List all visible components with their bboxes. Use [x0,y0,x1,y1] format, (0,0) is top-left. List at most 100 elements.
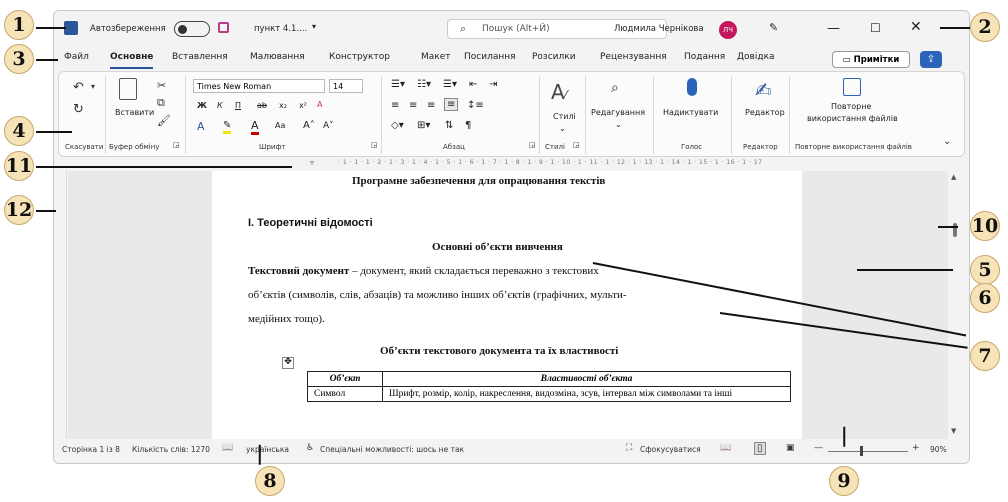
maximize-icon[interactable]: ☐ [870,21,881,35]
copy-icon[interactable]: ⧉ [157,96,165,110]
styles-icon[interactable]: A⁄ [551,80,567,104]
read-mode-icon[interactable]: 📖 [720,443,731,453]
focus-icon[interactable]: ⛶ [626,443,632,453]
reuse-label-1[interactable]: Повторне [831,102,871,111]
superscript-icon[interactable]: x² [299,101,307,110]
font-launcher-icon[interactable]: ◲ [371,141,378,149]
font-color-icon[interactable]: A [251,119,259,135]
font-name-select[interactable]: Times New Roman [193,79,325,93]
comments-button[interactable]: ▭ Примітки [832,51,910,68]
editor-icon[interactable]: ✍ [755,78,772,102]
tab-mailings[interactable]: Розсилки [532,52,576,62]
undo-icon[interactable]: ↶ [73,80,84,95]
zoom-slider[interactable] [828,451,908,452]
pen-icon[interactable]: ✎ [769,21,778,34]
tab-file[interactable]: Файл [64,52,89,62]
highlight-icon[interactable]: ✎ [223,120,232,134]
borders-icon[interactable]: ⊞▾ [417,120,430,131]
editing-dropdown-icon[interactable]: ⌄ [615,120,622,129]
bold-button[interactable]: Ж [197,101,207,110]
undo-dropdown-icon[interactable]: ▾ [91,82,95,91]
tab-help[interactable]: Довідка [737,52,775,62]
share-button[interactable]: ⇪ [920,51,942,68]
styles-dropdown-icon[interactable]: ⌄ [559,124,566,133]
accessibility-status[interactable]: Спеціальні можливості: шось не так [320,445,464,454]
focus-mode[interactable]: Сфокусуватися [640,445,701,454]
align-center-icon[interactable]: ≡ [409,100,417,111]
web-layout-icon[interactable]: ▣ [786,443,795,453]
zoom-slider-thumb[interactable] [860,446,863,456]
dictate-label[interactable]: Надиктувати [663,108,718,117]
scroll-down-icon[interactable]: ▼ [951,427,956,435]
align-left-icon[interactable]: ≡ [391,100,399,111]
align-right-icon[interactable]: ≡ [427,100,435,111]
language-status[interactable]: українська [246,445,289,454]
pilcrow-icon[interactable]: ¶ [465,120,471,131]
shading-icon[interactable]: ◇▾ [391,120,404,131]
autosave-toggle[interactable] [174,21,210,37]
zoom-out-icon[interactable]: — [814,443,823,453]
font-size-select[interactable]: 14 [329,79,363,93]
proofing-icon[interactable]: 📖 [222,443,233,453]
doc-name-dropdown-icon[interactable]: ▾ [312,22,316,31]
bullets-icon[interactable]: ☰▾ [391,79,405,90]
cut-icon[interactable]: ✂ [157,79,166,92]
decrease-indent-icon[interactable]: ⇤ [469,79,477,90]
vertical-scrollbar[interactable]: ▲ ▼ [950,171,960,439]
change-case-icon[interactable]: Aa [275,121,285,130]
editor-label[interactable]: Редактор [745,108,785,117]
document-page[interactable]: Програмне забезпечення для опрацювання т… [212,171,802,439]
close-icon[interactable]: ✕ [910,19,922,35]
justify-icon[interactable]: ≡ [444,98,459,111]
table-cell[interactable]: Шрифт, розмір, колір, накреслення, видоз… [382,386,791,402]
avatar[interactable]: ЛЧ [719,21,737,39]
tab-home[interactable]: Основне [110,52,154,69]
indent-marker-icon[interactable]: ▿ [310,158,314,167]
sort-icon[interactable]: ⇅ [445,120,453,131]
save-icon[interactable] [218,22,229,33]
microphone-icon[interactable] [687,78,697,96]
increase-indent-icon[interactable]: ⇥ [489,79,497,90]
underline-button[interactable]: П [235,101,241,110]
styles-launcher-icon[interactable]: ◲ [573,141,580,149]
redo-icon[interactable]: ↻ [73,102,84,117]
format-painter-icon[interactable]: 🖌 [157,114,171,127]
text-effects-icon[interactable]: A [197,120,205,133]
shrink-font-icon[interactable]: A˅ [323,121,334,131]
reuse-files-icon[interactable] [843,78,861,96]
paragraph-launcher-icon[interactable]: ◲ [529,141,536,149]
clear-format-icon[interactable]: A [317,100,322,109]
italic-button[interactable]: К [217,101,223,110]
line-spacing-icon[interactable]: ↕≡ [467,100,484,111]
reuse-label-2[interactable]: використання файлів [807,114,898,123]
multilevel-list-icon[interactable]: ☰▾ [443,79,457,90]
word-count[interactable]: Кількість слів: 1270 [132,445,210,454]
tab-review[interactable]: Рецензування [600,52,667,62]
tab-view[interactable]: Подання [684,52,725,62]
find-icon[interactable]: ⌕ [611,80,619,96]
tab-draw[interactable]: Малювання [250,52,305,62]
numbering-icon[interactable]: ☷▾ [417,79,431,90]
tab-insert[interactable]: Вставлення [172,52,228,62]
accessibility-icon[interactable]: ♿ [306,443,314,453]
zoom-in-icon[interactable]: + [912,443,920,453]
editing-label[interactable]: Редагування [591,108,645,117]
grow-font-icon[interactable]: A˄ [303,120,315,131]
clipboard-launcher-icon[interactable]: ◲ [173,141,180,149]
scroll-up-icon[interactable]: ▲ [951,173,956,181]
styles-label[interactable]: Стилі [553,112,576,121]
ribbon-collapse-icon[interactable]: ⌄ [943,136,951,147]
table-move-icon[interactable]: ✥ [282,357,294,369]
tab-layout[interactable]: Макет [421,52,451,62]
strikethrough-icon[interactable]: ab [257,101,267,110]
horizontal-ruler[interactable]: · 1 · 1 · 1 · 2 · 1 · 3 · 1 · 4 · 1 · 5 … [58,158,965,169]
table-cell[interactable]: Символ [307,386,383,402]
tab-references[interactable]: Посилання [464,52,516,62]
document-name[interactable]: пункт 4.1.... [254,24,307,34]
paste-label[interactable]: Вставити [115,108,154,117]
subscript-icon[interactable]: x₂ [279,101,287,110]
user-name[interactable]: Людмила Чернікова [614,24,704,34]
paste-icon[interactable] [119,78,137,100]
page-count[interactable]: Сторінка 1 із 8 [62,445,120,454]
zoom-level[interactable]: 90% [930,445,947,454]
